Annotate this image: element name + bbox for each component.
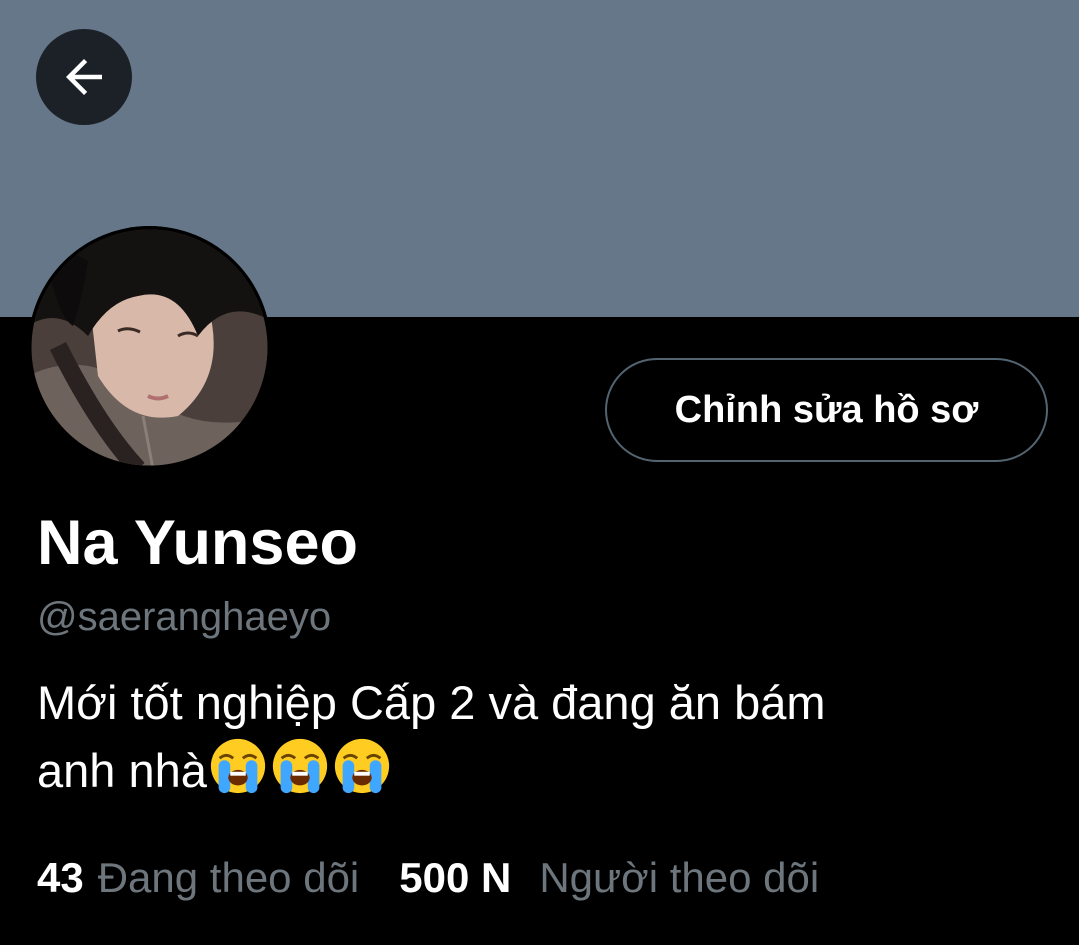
followers-label: Người theo dõi — [539, 854, 820, 901]
follow-stats: 43 Đang theo dõi 500 N Người theo dõi — [37, 852, 819, 904]
profile-bio: Mới tốt nghiệp Cấp 2 và đang ăn bám anh … — [37, 670, 997, 803]
bio-line-2-text: anh nhà — [37, 744, 207, 797]
username-handle: @saeranghaeyo — [37, 595, 332, 639]
back-button[interactable] — [36, 29, 132, 125]
following-label: Đang theo dõi — [97, 854, 360, 901]
edit-profile-button[interactable]: Chỉnh sửa hồ sơ — [605, 358, 1048, 462]
loudly-crying-face-emoji-icon — [331, 735, 393, 797]
followers-count: 500 N — [399, 854, 512, 901]
following-link[interactable]: 43 Đang theo dõi — [37, 852, 359, 904]
loudly-crying-face-emoji-icon — [269, 735, 331, 797]
loudly-crying-face-emoji-icon — [207, 735, 269, 797]
bio-line-2: anh nhà — [37, 735, 997, 803]
display-name: Na Yunseo — [37, 508, 358, 578]
avatar-photo — [28, 226, 271, 469]
following-count: 43 — [37, 854, 84, 901]
avatar[interactable] — [28, 226, 271, 469]
followers-link[interactable]: 500 N Người theo dõi — [399, 852, 819, 904]
arrow-left-icon — [66, 59, 102, 95]
bio-line-1: Mới tốt nghiệp Cấp 2 và đang ăn bám — [37, 676, 826, 729]
